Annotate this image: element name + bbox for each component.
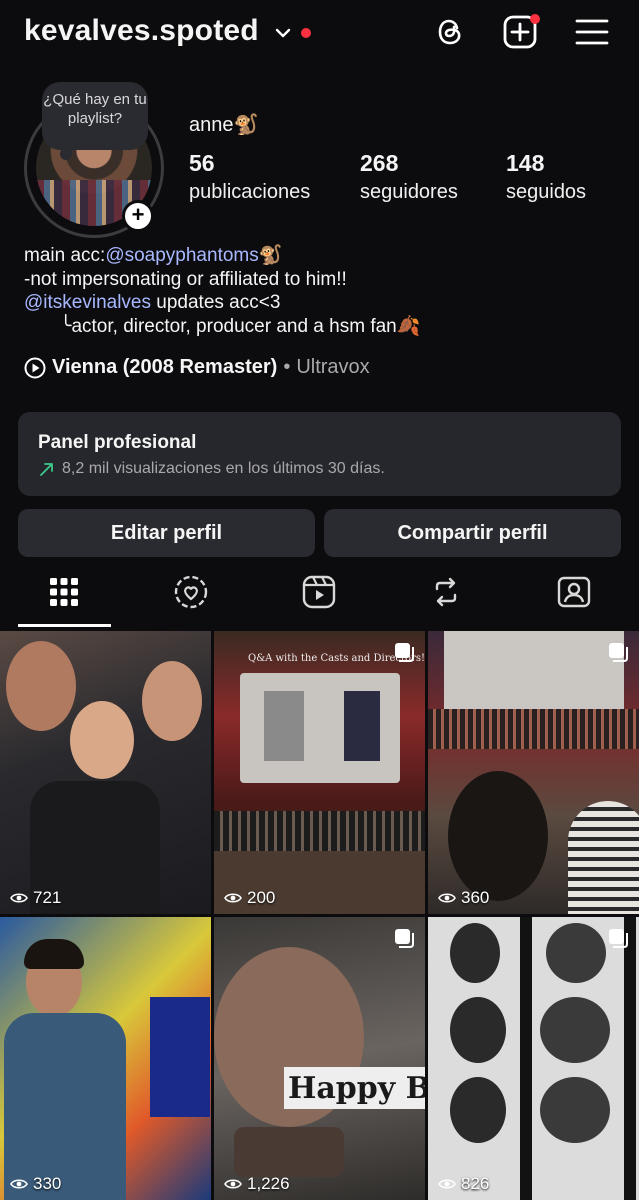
post-views-count: 360: [461, 888, 490, 907]
photo-face: [142, 661, 202, 741]
menu-icon[interactable]: [574, 14, 610, 50]
photo-face: [6, 641, 76, 731]
photo-face: [70, 701, 134, 779]
stat-followers-label: seguidores: [360, 181, 458, 203]
post-views: 721: [10, 888, 61, 908]
photo-face: [450, 1077, 506, 1143]
photo-shirt: [568, 801, 639, 914]
stat-followers-value: 268: [360, 150, 399, 176]
reels-icon[interactable]: [301, 574, 337, 610]
professional-dashboard-title: Panel profesional: [38, 432, 197, 453]
photo-hair: [24, 939, 84, 969]
threads-icon[interactable]: [432, 14, 468, 50]
carousel-icon: [609, 929, 628, 948]
photo-face: [546, 923, 606, 983]
professional-dashboard-subtitle: 8,2 mil visualizaciones en los últimos 3…: [62, 460, 385, 477]
carousel-icon: [395, 929, 414, 948]
active-tab-indicator: [18, 624, 111, 627]
eye-icon: [10, 893, 28, 903]
edit-profile-button[interactable]: Editar perfil: [18, 509, 315, 557]
stat-following-value: 148: [506, 150, 545, 176]
bio-link-kevin[interactable]: @itskevinalves: [24, 292, 151, 313]
play-circle-icon: [24, 357, 46, 378]
post-views: 1,226: [224, 1174, 290, 1194]
post-thumbnail[interactable]: 721: [0, 631, 211, 914]
post-thumbnail[interactable]: Q&A with the Casts and Directors! 200: [214, 631, 425, 914]
bio-line-4: ╰actor, director, producer and a hsm fan…: [60, 315, 421, 337]
post-views-count: 330: [33, 1174, 62, 1193]
post-views-count: 1,226: [247, 1174, 290, 1193]
eye-icon: [438, 893, 456, 903]
stat-followers[interactable]: 268 seguidores: [360, 150, 458, 204]
photo-jacket: [4, 1013, 126, 1200]
photo-poster: [150, 997, 210, 1117]
profile-music[interactable]: Vienna (2008 Remaster) • Ultravox: [24, 356, 370, 379]
note-text: ¿Qué hay en tu playlist?: [43, 91, 147, 127]
eye-icon: [224, 893, 242, 903]
photo-crowd: [214, 811, 425, 851]
bio-line-3: @itskevinalves updates acc<3: [24, 291, 420, 315]
photo-face: [450, 923, 500, 983]
collab-icon[interactable]: [173, 574, 209, 610]
grid-icon[interactable]: [46, 574, 82, 610]
tagged-icon[interactable]: [556, 574, 592, 610]
post-views-count: 200: [247, 888, 276, 907]
bio-main-prefix: main acc:: [24, 245, 106, 266]
post-thumbnail[interactable]: Happy B TO KEVI 1,226: [214, 917, 425, 1200]
carousel-icon: [395, 643, 414, 662]
trend-up-arrow-icon: [40, 463, 53, 476]
photo-hair: [448, 771, 548, 901]
photo-screen: [444, 631, 624, 709]
post-caption: Happy B TO KEVI: [288, 1071, 425, 1106]
bio-line-1: main acc:@soapyphantoms🐒: [24, 244, 420, 268]
reposts-icon[interactable]: [428, 574, 464, 610]
create-notification-dot: [530, 14, 540, 24]
account-username[interactable]: kevalves.spoted: [24, 14, 259, 48]
post-views-count: 721: [33, 888, 62, 907]
music-separator: •: [283, 356, 291, 378]
chevron-down-icon[interactable]: [272, 22, 294, 44]
stat-following-label: seguidos: [506, 181, 587, 203]
post-thumbnail[interactable]: 826: [428, 917, 639, 1200]
post-thumbnail[interactable]: 330: [0, 917, 211, 1200]
photo-face: [540, 997, 610, 1063]
stat-posts-value: 56: [189, 150, 215, 176]
bio-line-2: -not impersonating or affiliated to him!…: [24, 268, 347, 290]
stat-posts-label: publicaciones: [189, 181, 311, 203]
share-profile-button[interactable]: Compartir perfil: [324, 509, 621, 557]
photo-face: [540, 1077, 610, 1143]
photo-banner: [344, 691, 380, 761]
stat-following[interactable]: 148 seguidos: [506, 150, 586, 204]
post-views: 360: [438, 888, 489, 908]
bio-updates-text: updates acc<3: [151, 292, 281, 313]
notification-dot: [301, 28, 311, 38]
post-views: 826: [438, 1174, 489, 1194]
photo-crowd: [428, 709, 639, 749]
post-views: 200: [224, 888, 275, 908]
photo-banner: [264, 691, 304, 761]
eye-icon: [10, 1179, 28, 1189]
post-thumbnail[interactable]: 360: [428, 631, 639, 914]
bio-emoji: 🐒: [258, 245, 283, 266]
add-story-icon[interactable]: +: [122, 200, 154, 232]
post-views-count: 826: [461, 1174, 490, 1193]
stat-posts[interactable]: 56 publicaciones: [189, 150, 310, 204]
post-views: 330: [10, 1174, 61, 1194]
carousel-icon: [609, 643, 628, 662]
profile-tabs: [0, 566, 639, 628]
eye-icon: [438, 1179, 456, 1189]
bio-link-main-account[interactable]: @soapyphantoms: [105, 245, 258, 266]
bio: main acc:@soapyphantoms🐒 -not impersonat…: [24, 244, 420, 338]
music-artist: Ultravox: [296, 356, 370, 378]
photo-face: [450, 997, 506, 1063]
music-song: Vienna (2008 Remaster): [52, 356, 278, 378]
professional-dashboard[interactable]: [18, 412, 621, 496]
photo-cake: [234, 1127, 344, 1177]
note-bubble-tail: [60, 148, 72, 160]
display-name: anne🐒: [189, 114, 259, 136]
top-bar: kevalves.spoted: [0, 0, 639, 70]
eye-icon: [224, 1179, 242, 1189]
